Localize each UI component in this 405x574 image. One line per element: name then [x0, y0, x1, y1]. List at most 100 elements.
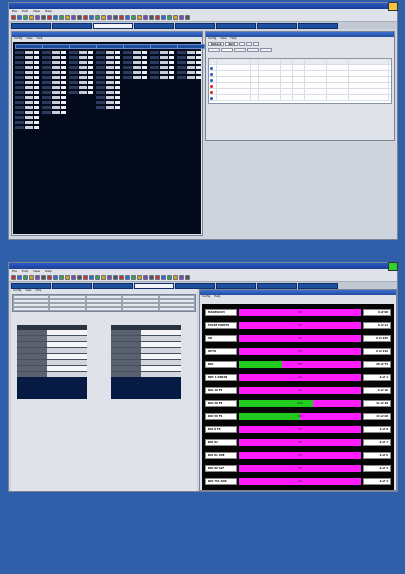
- channel-value[interactable]: [133, 75, 141, 79]
- channel-value[interactable]: [115, 85, 120, 89]
- module-tab[interactable]: [11, 23, 51, 29]
- channel-value[interactable]: [115, 65, 120, 69]
- channel-value[interactable]: [196, 75, 201, 79]
- channel-value[interactable]: [160, 50, 168, 54]
- channel-row[interactable]: [42, 110, 70, 114]
- channel-row[interactable]: [150, 75, 178, 79]
- channel-row[interactable]: [150, 65, 178, 69]
- toolbar-icon[interactable]: [65, 275, 70, 280]
- channel-value[interactable]: [106, 105, 114, 109]
- column-header[interactable]: [209, 59, 217, 64]
- channel-row[interactable]: [123, 75, 151, 79]
- channel-row[interactable]: [96, 70, 124, 74]
- bus-row-values[interactable]: [47, 342, 87, 347]
- channel-value[interactable]: [25, 125, 33, 129]
- panel-menu-config[interactable]: Config: [202, 295, 210, 299]
- channel-value[interactable]: [142, 50, 147, 54]
- toolbar-icon[interactable]: [17, 15, 22, 20]
- toolbar-icon[interactable]: [23, 275, 28, 280]
- channel-value[interactable]: [34, 100, 39, 104]
- toolbar-icon[interactable]: [89, 15, 94, 20]
- list-tab[interactable]: [260, 48, 272, 52]
- toolbar-icon[interactable]: [143, 15, 148, 20]
- channel-row[interactable]: [96, 95, 124, 99]
- channel-value[interactable]: [52, 85, 60, 89]
- bus-row-values[interactable]: [141, 354, 181, 359]
- toolbar-icon[interactable]: [149, 15, 154, 20]
- channel-value[interactable]: [106, 65, 114, 69]
- list-tab[interactable]: [234, 48, 246, 52]
- channel-value[interactable]: [34, 50, 39, 54]
- channel-row[interactable]: [15, 105, 43, 109]
- channel-row[interactable]: [15, 50, 43, 54]
- toolbar-icon[interactable]: [47, 15, 52, 20]
- toolbar-icon[interactable]: [143, 275, 148, 280]
- channel-row[interactable]: [177, 75, 205, 79]
- toolbar-icon[interactable]: [155, 275, 160, 280]
- channel-value[interactable]: [142, 65, 147, 69]
- channel-row[interactable]: [42, 70, 70, 74]
- panel-menu-help[interactable]: Help: [35, 289, 41, 293]
- toolbar-icon[interactable]: [77, 15, 82, 20]
- channel-value[interactable]: [142, 75, 147, 79]
- channel-value[interactable]: [25, 80, 33, 84]
- channel-row[interactable]: [123, 50, 151, 54]
- channel-row[interactable]: [177, 65, 205, 69]
- bus-row-values[interactable]: [47, 336, 87, 341]
- channel-value[interactable]: [88, 65, 93, 69]
- toolbar-icon[interactable]: [83, 275, 88, 280]
- channel-value[interactable]: [142, 70, 147, 74]
- channel-value[interactable]: [25, 105, 33, 109]
- channel-value[interactable]: [88, 90, 93, 94]
- channel-value[interactable]: [187, 65, 195, 69]
- bus-row-values[interactable]: [141, 348, 181, 353]
- panel-menu-view[interactable]: View: [220, 37, 226, 41]
- channel-value[interactable]: [79, 85, 87, 89]
- channel-row[interactable]: [177, 70, 205, 74]
- channel-value[interactable]: [196, 60, 201, 64]
- channel-row[interactable]: [123, 65, 151, 69]
- channel-value[interactable]: [25, 120, 33, 124]
- toolbar-icon[interactable]: [173, 275, 178, 280]
- channel-value[interactable]: [25, 55, 33, 59]
- channel-value[interactable]: [79, 70, 87, 74]
- channel-value[interactable]: [61, 85, 66, 89]
- panel-menu-help[interactable]: Help: [214, 295, 220, 299]
- channel-value[interactable]: [61, 100, 66, 104]
- channel-row[interactable]: [15, 90, 43, 94]
- channel-value[interactable]: [34, 110, 39, 114]
- panel-menu-view[interactable]: View: [26, 37, 32, 41]
- channel-value[interactable]: [52, 80, 60, 84]
- channel-value[interactable]: [52, 100, 60, 104]
- channel-row[interactable]: [69, 50, 97, 54]
- channel-value[interactable]: [52, 110, 60, 114]
- channel-value[interactable]: [25, 115, 33, 119]
- channel-value[interactable]: [187, 50, 195, 54]
- channel-value[interactable]: [115, 55, 120, 59]
- channel-value[interactable]: [160, 65, 168, 69]
- toolbar-icon[interactable]: [53, 275, 58, 280]
- channel-value[interactable]: [106, 80, 114, 84]
- channel-row[interactable]: [150, 60, 178, 64]
- channel-value[interactable]: [106, 95, 114, 99]
- toolbar-icon[interactable]: [11, 275, 16, 280]
- channel-row[interactable]: [15, 120, 43, 124]
- toolbar-icon[interactable]: [185, 15, 190, 20]
- channel-row[interactable]: [15, 70, 43, 74]
- bus-row-values[interactable]: [141, 360, 181, 365]
- channel-row[interactable]: [96, 60, 124, 64]
- bus-row-values[interactable]: [47, 354, 87, 359]
- channel-value[interactable]: [187, 55, 195, 59]
- channel-value[interactable]: [34, 115, 39, 119]
- toolbar-icon[interactable]: [167, 15, 172, 20]
- channel-value[interactable]: [52, 65, 60, 69]
- module-tab[interactable]: [175, 23, 215, 29]
- channel-row[interactable]: [123, 70, 151, 74]
- channel-row[interactable]: [42, 95, 70, 99]
- channel-value[interactable]: [61, 75, 66, 79]
- channel-value[interactable]: [61, 95, 66, 99]
- toolbar-icon[interactable]: [29, 15, 34, 20]
- toolbar-icon[interactable]: [29, 275, 34, 280]
- bus-row-values[interactable]: [47, 366, 87, 371]
- channel-value[interactable]: [115, 95, 120, 99]
